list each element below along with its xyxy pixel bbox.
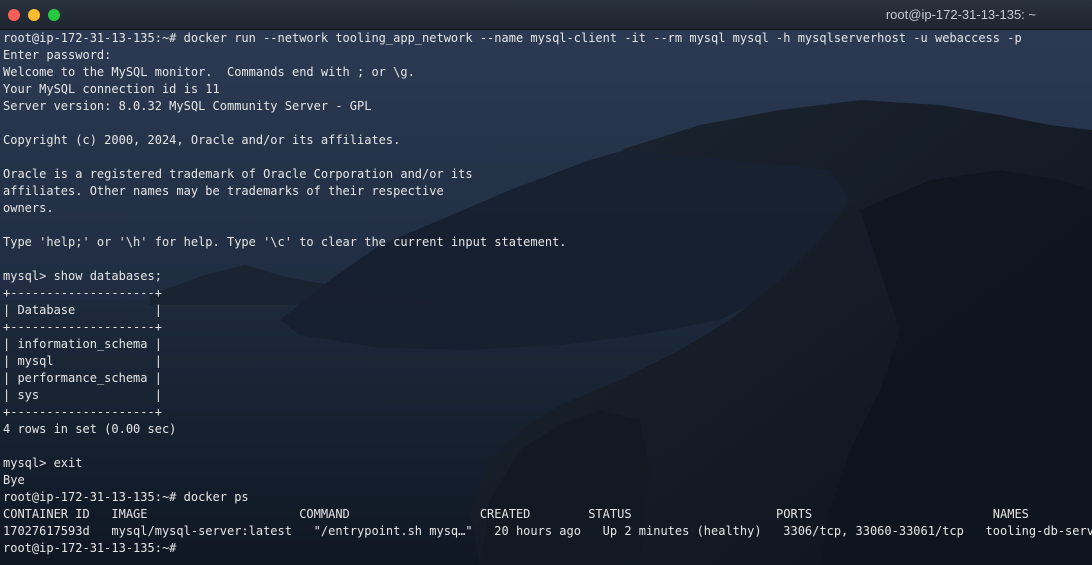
- close-window-button[interactable]: [8, 9, 20, 21]
- terminal-line: CONTAINER ID IMAGE COMMAND CREATED STATU…: [3, 507, 1029, 521]
- terminal-line: Enter password:: [3, 48, 112, 62]
- terminal-line: 17027617593d mysql/mysql-server:latest "…: [3, 524, 1092, 538]
- terminal-line: affiliates. Other names may be trademark…: [3, 184, 444, 198]
- terminal-line: root@ip-172-31-13-135:~# docker ps: [3, 490, 249, 504]
- terminal-line: Bye: [3, 473, 25, 487]
- terminal-line: | performance_schema |: [3, 371, 162, 385]
- terminal-line: Type 'help;' or '\h' for help. Type '\c'…: [3, 235, 567, 249]
- terminal-line: | Database |: [3, 303, 162, 317]
- terminal-line: Server version: 8.0.32 MySQL Community S…: [3, 99, 372, 113]
- terminal-line: Your MySQL connection id is 11: [3, 82, 220, 96]
- terminal-line: 4 rows in set (0.00 sec): [3, 422, 177, 436]
- window-title: root@ip-172-31-13-135: ~: [885, 7, 1036, 22]
- terminal-line: | mysql |: [3, 354, 162, 368]
- terminal-line: | sys |: [3, 388, 162, 402]
- title-bar: root@ip-172-31-13-135: ~: [0, 0, 1092, 30]
- terminal-line: owners.: [3, 201, 54, 215]
- terminal-line: +--------------------+: [3, 286, 162, 300]
- terminal-line: | information_schema |: [3, 337, 162, 351]
- terminal-window: root@ip-172-31-13-135: ~ root@ip-172-31-…: [0, 0, 1092, 565]
- minimize-window-button[interactable]: [28, 9, 40, 21]
- terminal-line: mysql> show databases;: [3, 269, 162, 283]
- terminal-line: +--------------------+: [3, 320, 162, 334]
- terminal-line: mysql> exit: [3, 456, 83, 470]
- terminal-line: root@ip-172-31-13-135:~# docker run --ne…: [3, 31, 1022, 45]
- maximize-window-button[interactable]: [48, 9, 60, 21]
- terminal-line: Oracle is a registered trademark of Orac…: [3, 167, 473, 181]
- terminal-prompt-line: root@ip-172-31-13-135:~#: [3, 541, 177, 555]
- terminal-output[interactable]: root@ip-172-31-13-135:~# docker run --ne…: [3, 30, 1092, 562]
- terminal-line: Welcome to the MySQL monitor. Commands e…: [3, 65, 415, 79]
- terminal-line: Copyright (c) 2000, 2024, Oracle and/or …: [3, 133, 401, 147]
- terminal-line: +--------------------+: [3, 405, 162, 419]
